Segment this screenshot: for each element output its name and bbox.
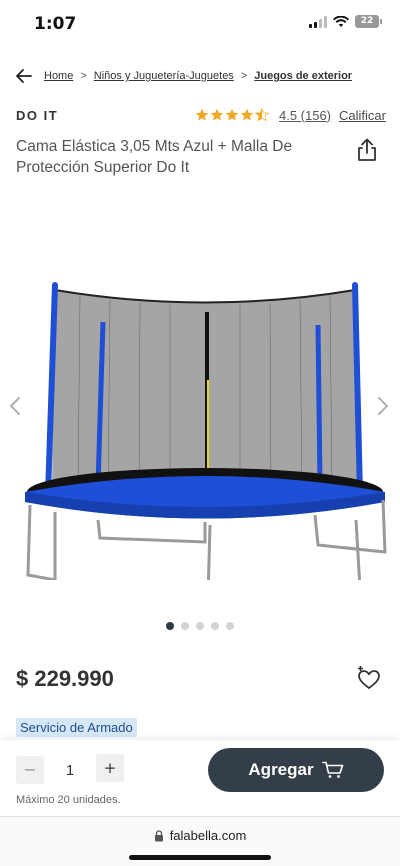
back-arrow-icon[interactable] [16, 67, 34, 85]
star-icon [225, 108, 239, 121]
product-image[interactable] [0, 230, 400, 580]
url-display[interactable]: falabella.com [0, 828, 400, 843]
breadcrumb-home[interactable]: Home [44, 70, 73, 82]
breadcrumb-separator: > [80, 70, 87, 82]
service-tag: Servicio de Armado [16, 718, 137, 737]
carousel-dot[interactable] [181, 622, 189, 630]
brand-name[interactable]: DO IT [16, 108, 58, 123]
title-row: Cama Elástica 3,05 Mts Azul + Malla De P… [16, 136, 346, 178]
breadcrumb-subcategory[interactable]: Juegos de exterior [254, 70, 352, 82]
add-to-cart-label: Agregar [248, 760, 314, 779]
rating: 4.5 (156) Calificar [195, 108, 386, 123]
image-carousel[interactable] [0, 190, 400, 620]
star-icon [240, 108, 254, 121]
signal-icon [309, 15, 327, 28]
max-units-note: Máximo 20 unidades. [16, 794, 121, 806]
star-half-icon [254, 108, 269, 122]
carousel-dot[interactable] [196, 622, 204, 630]
add-to-cart-button[interactable]: Agregar [208, 748, 384, 792]
battery-icon: 22 [355, 15, 382, 28]
purchase-bar: − 1 + Máximo 20 unidades. Agregar [0, 740, 400, 816]
lock-icon [154, 829, 163, 841]
url-text: falabella.com [169, 828, 247, 843]
chevron-right-icon[interactable] [376, 395, 392, 419]
product-title: Cama Elástica 3,05 Mts Azul + Malla De P… [16, 138, 293, 176]
breadcrumb: Home > Niños y Juguetería-Juguetes > Jue… [16, 66, 390, 86]
quantity-value[interactable]: 1 [60, 762, 80, 779]
quantity-decrease-button[interactable]: − [16, 756, 44, 784]
star-rating[interactable] [195, 108, 269, 122]
quantity-increase-button[interactable]: + [96, 754, 124, 782]
star-icon [210, 108, 224, 121]
carousel-dots [0, 622, 400, 630]
brand-rating-row: DO IT 4.5 (156) Calificar [16, 104, 386, 126]
chevron-left-icon[interactable] [8, 395, 24, 419]
heart-plus-icon[interactable] [356, 666, 382, 692]
rating-count[interactable]: 4.5 (156) [279, 108, 331, 123]
star-icon [195, 108, 209, 121]
battery-level: 22 [355, 15, 379, 28]
carousel-dot[interactable] [226, 622, 234, 630]
home-indicator [129, 855, 271, 860]
status-time: 1:07 [34, 14, 77, 34]
browser-address-bar: falabella.com [0, 816, 400, 866]
wifi-icon [333, 15, 349, 27]
cart-icon [321, 761, 343, 778]
rate-link[interactable]: Calificar [339, 108, 386, 123]
product-price: $ 229.990 [16, 666, 114, 691]
carousel-dot[interactable] [211, 622, 219, 630]
breadcrumb-category[interactable]: Niños y Juguetería-Juguetes [94, 70, 234, 82]
carousel-dot[interactable] [166, 622, 174, 630]
share-icon[interactable] [356, 138, 380, 164]
breadcrumb-separator: > [240, 70, 248, 82]
status-bar: 1:07 22 [0, 0, 400, 48]
status-icons: 22 [309, 15, 382, 28]
